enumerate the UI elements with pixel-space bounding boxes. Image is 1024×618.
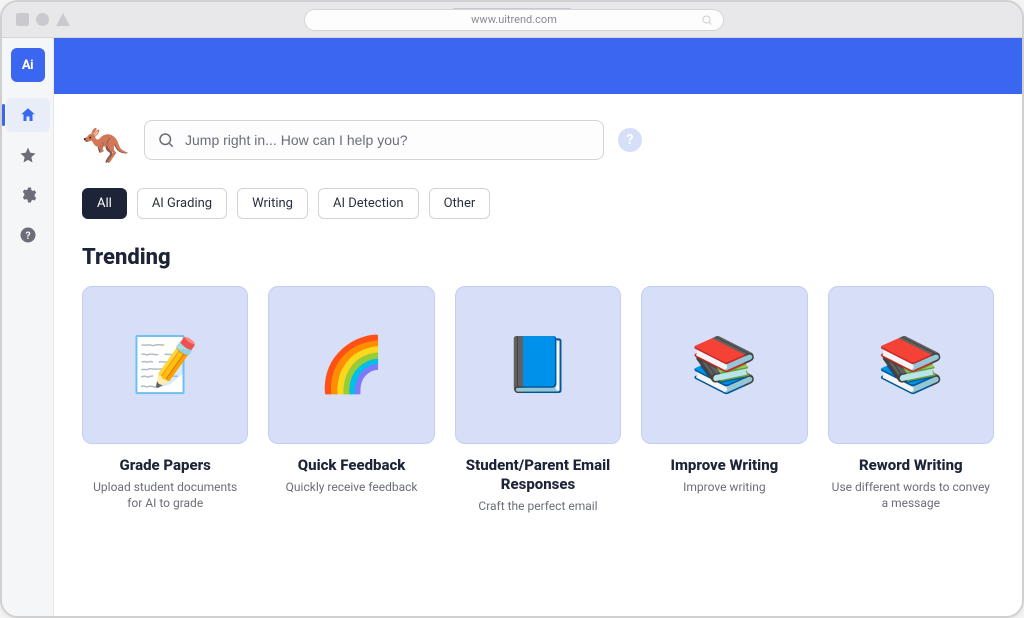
logo-text: Ai: [22, 58, 33, 73]
memo-icon: 📝: [132, 334, 199, 397]
card-title: Grade Papers: [119, 456, 210, 475]
help-label: ?: [627, 132, 634, 148]
filter-all[interactable]: All: [82, 188, 127, 219]
card-grade-papers[interactable]: 📝 Grade Papers Upload student documents …: [82, 286, 248, 514]
chip-label: AI Detection: [333, 196, 404, 211]
mascot-icon: 🦘: [82, 114, 130, 166]
section-title: Trending: [82, 245, 994, 270]
search-row: 🦘 ?: [82, 114, 994, 166]
card-tile: 📚: [641, 286, 807, 444]
star-icon: [19, 146, 37, 164]
search-input[interactable]: [185, 132, 591, 148]
url-text: www.uitrend.com: [471, 13, 557, 26]
help-button[interactable]: ?: [618, 128, 642, 152]
card-title: Quick Feedback: [298, 456, 406, 475]
sidebar-item-home[interactable]: [6, 98, 50, 132]
browser-chrome: www.uitrend.com: [2, 2, 1022, 38]
card-desc: Improve writing: [679, 479, 770, 495]
gear-icon: [19, 186, 37, 204]
card-improve-writing[interactable]: 📚 Improve Writing Improve writing: [641, 286, 807, 514]
card-desc: Quickly receive feedback: [282, 479, 422, 495]
app-shell: Ai ?: [2, 38, 1022, 616]
home-icon: [19, 106, 37, 124]
content: 🦘 ? All AI Grading Writing AI: [54, 94, 1022, 616]
window-control-icon: [16, 13, 29, 26]
card-desc: Craft the perfect email: [474, 498, 601, 514]
card-desc: Upload student documents for AI to grade: [82, 479, 248, 511]
chip-label: Writing: [252, 196, 293, 211]
filter-other[interactable]: Other: [429, 188, 491, 219]
books-icon: 📚: [877, 334, 944, 397]
search-icon: [701, 14, 713, 26]
book-icon: 📘: [504, 334, 571, 397]
filter-writing[interactable]: Writing: [237, 188, 308, 219]
chip-label: Other: [444, 196, 476, 211]
hero-banner: [54, 38, 1022, 94]
window-controls: [16, 13, 70, 26]
card-email-responses[interactable]: 📘 Student/Parent Email Responses Craft t…: [455, 286, 621, 514]
app-logo[interactable]: Ai: [11, 48, 45, 82]
sidebar-item-settings[interactable]: [6, 178, 50, 212]
device-frame: www.uitrend.com Ai: [0, 0, 1024, 618]
sidebar-item-help[interactable]: ?: [6, 218, 50, 252]
filter-ai-grading[interactable]: AI Grading: [137, 188, 227, 219]
card-tile: 🌈: [268, 286, 434, 444]
sidebar: Ai ?: [2, 38, 54, 616]
help-icon: ?: [19, 226, 37, 244]
trending-grid: 📝 Grade Papers Upload student documents …: [82, 286, 994, 514]
card-title: Reword Writing: [859, 456, 963, 475]
svg-text:?: ?: [25, 229, 30, 242]
chip-label: AI Grading: [152, 196, 212, 211]
filter-chips: All AI Grading Writing AI Detection Othe…: [82, 188, 994, 219]
card-tile: 📘: [455, 286, 621, 444]
rainbow-icon: 🌈: [318, 334, 385, 397]
card-title: Student/Parent Email Responses: [455, 456, 621, 494]
books-icon: 📚: [691, 334, 758, 397]
card-reword-writing[interactable]: 📚 Reword Writing Use different words to …: [828, 286, 994, 514]
card-title: Improve Writing: [671, 456, 779, 475]
main: 🦘 ? All AI Grading Writing AI: [54, 38, 1022, 616]
card-quick-feedback[interactable]: 🌈 Quick Feedback Quickly receive feedbac…: [268, 286, 434, 514]
sidebar-item-favorites[interactable]: [6, 138, 50, 172]
card-tile: 📝: [82, 286, 248, 444]
window-control-icon: [56, 13, 70, 26]
chip-label: All: [97, 196, 112, 211]
url-bar[interactable]: www.uitrend.com: [304, 9, 724, 31]
card-desc: Use different words to convey a message: [828, 479, 994, 511]
card-tile: 📚: [828, 286, 994, 444]
window-control-icon: [36, 13, 49, 26]
search-icon: [157, 131, 175, 149]
search-box[interactable]: [144, 120, 604, 160]
filter-ai-detection[interactable]: AI Detection: [318, 188, 419, 219]
